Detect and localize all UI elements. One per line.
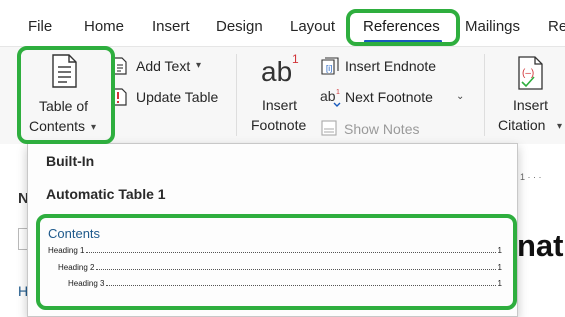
add-text-label: Add Text [136,58,191,74]
insert-endnote-button[interactable]: [i] Insert Endnote [320,56,445,76]
show-notes-icon [321,120,337,136]
document-heading-partial: natu [517,228,565,263]
show-notes-label: Show Notes [344,121,420,137]
insert-footnote-line2: Footnote [251,117,307,133]
tab-home[interactable]: Home [84,18,124,35]
tab-review-partial[interactable]: Re [548,18,565,35]
chevron-down-icon[interactable]: ⌄ [456,91,464,102]
toc-button-highlight [17,46,115,144]
svg-text:[i]: [i] [326,64,332,73]
tab-mailings[interactable]: Mailings [465,18,520,35]
insert-endnote-label: Insert Endnote [345,58,437,74]
tab-layout[interactable]: Layout [290,18,335,35]
svg-text:(–): (–) [522,68,534,79]
insert-footnote-line1: Insert [262,97,298,113]
tab-file[interactable]: File [28,18,52,35]
svg-text:ab: ab [320,88,336,104]
chevron-down-icon: ▾ [196,60,202,71]
toc-preview-highlight [36,214,517,310]
show-notes-button[interactable]: Show Notes [320,118,430,138]
footnote-superscript: 1 [292,52,299,66]
insert-citation-button[interactable]: (–) Insert Citation ▾ [494,52,565,138]
group-separator [236,54,237,136]
tab-design[interactable]: Design [216,18,263,35]
footnote-ab-icon: ab [261,56,293,87]
partial-input-box [18,228,27,250]
gallery-section-built-in: Built-In [46,153,95,169]
next-footnote-icon: ab 1 [320,88,341,107]
group-separator [484,54,485,136]
update-table-label: Update Table [136,89,219,105]
insert-citation-line1: Insert [513,97,549,113]
next-footnote-button[interactable]: ab 1 Next Footnote ⌄ [320,87,470,107]
update-table-button[interactable]: Update Table [112,87,224,107]
tab-insert[interactable]: Insert [152,18,190,35]
next-footnote-label: Next Footnote [345,89,433,105]
insert-footnote-button[interactable]: ab 1 Insert Footnote [245,52,315,138]
chevron-down-icon: ▾ [557,121,563,132]
insert-endnote-icon: [i] [321,57,339,75]
ruler-marks: 1 · · · [520,172,542,182]
insert-citation-line2: Citation [498,117,546,133]
references-tab-highlight [346,9,460,46]
insert-citation-icon: (–) [518,56,543,90]
svg-text:1: 1 [336,89,340,96]
option-automatic-table-1[interactable]: Automatic Table 1 [46,186,166,202]
add-text-button[interactable]: Add Text ▾ [112,56,212,76]
